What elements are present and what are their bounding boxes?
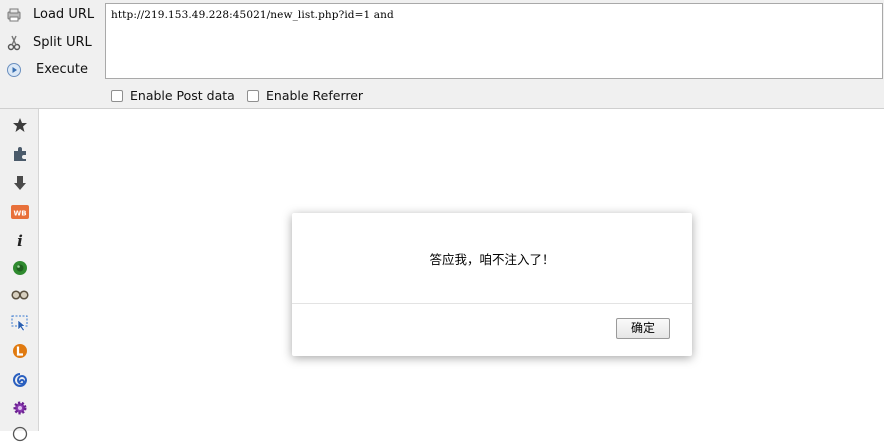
load-url-button[interactable]: Load URL: [0, 2, 100, 28]
url-textarea[interactable]: http://219.153.49.228:45021/new_list.php…: [105, 3, 883, 79]
load-url-label: Load URL: [33, 7, 95, 22]
puzzle-icon[interactable]: [11, 145, 29, 163]
star-icon[interactable]: [11, 116, 29, 134]
enable-referrer-checkbox[interactable]: Enable Referrer: [247, 88, 363, 103]
enable-referrer-label: Enable Referrer: [266, 88, 364, 103]
enable-post-data-label: Enable Post data: [130, 88, 235, 103]
execute-label: Execute: [36, 62, 88, 77]
split-url-button[interactable]: Split URL: [0, 30, 100, 56]
scissors-icon: [6, 35, 22, 51]
clock-icon[interactable]: [11, 425, 29, 443]
info-icon[interactable]: i: [11, 231, 29, 249]
download-arrow-icon[interactable]: [11, 174, 29, 192]
checkbox-box[interactable]: [247, 89, 259, 102]
wb-icon[interactable]: WB: [11, 203, 29, 221]
svg-text:i: i: [17, 232, 23, 248]
execute-button[interactable]: Execute: [0, 57, 100, 83]
hackbar-toolbar: Load URL Split URL Execute http://219.15…: [0, 0, 884, 109]
green-shell-icon[interactable]: [11, 259, 29, 277]
orange-l-icon[interactable]: [11, 342, 29, 360]
checkbox-box[interactable]: [111, 89, 123, 102]
purple-gear-icon[interactable]: [11, 399, 29, 417]
glasses-icon[interactable]: [11, 286, 29, 304]
enable-post-data-checkbox[interactable]: Enable Post data: [111, 88, 235, 103]
load-url-icon: [6, 7, 22, 23]
split-url-label: Split URL: [33, 35, 92, 50]
ok-button[interactable]: 确定: [616, 318, 670, 339]
blue-swirl-icon[interactable]: [11, 371, 29, 389]
dialog-divider: [292, 303, 692, 304]
svg-text:WB: WB: [13, 210, 26, 218]
dialog-message: 答应我，咱不注入了！: [429, 252, 555, 267]
selector-cursor-icon[interactable]: [11, 314, 29, 332]
play-icon: [6, 62, 22, 78]
sidebar: WB i: [0, 109, 39, 442]
alert-dialog: 答应我，咱不注入了！ 确定: [292, 213, 692, 356]
